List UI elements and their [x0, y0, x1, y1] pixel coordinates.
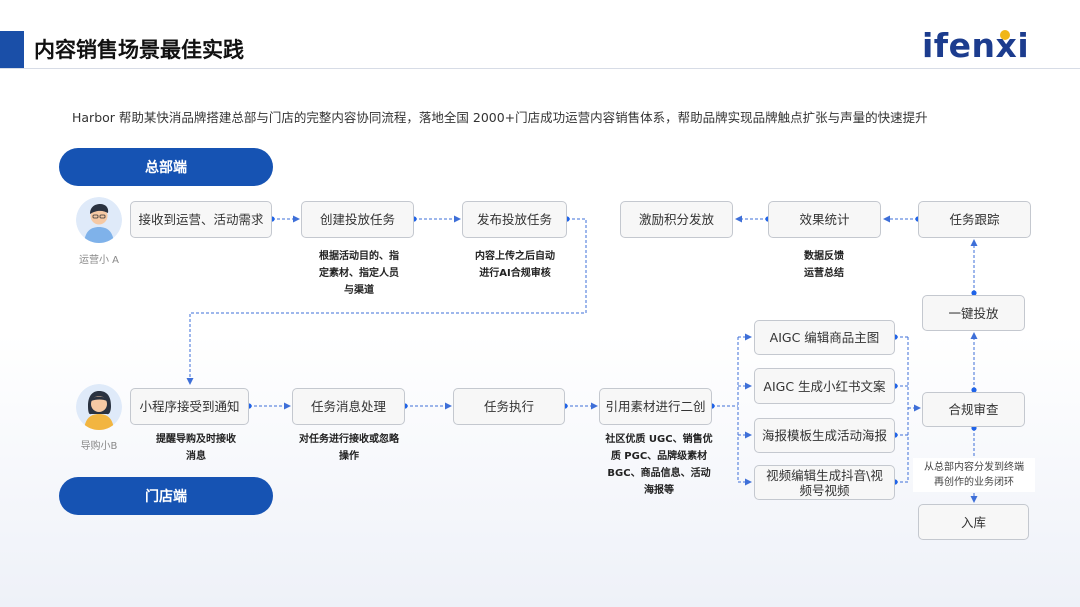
node-one-click-launch: 一键投放	[922, 295, 1025, 331]
note-remix-line-1: 社区优质 UGC、销售优	[605, 434, 713, 445]
operator-label: 运营小 A	[78, 255, 120, 266]
node-aigc-xhs-copy: AIGC 生成小红书文案	[754, 368, 895, 404]
note-publish-task: 内容上传之后自动 进行AI合规审核	[456, 248, 574, 282]
note-create-line-1: 根据活动目的、指	[319, 251, 399, 262]
node-aigc-main-image: AIGC 编辑商品主图	[754, 320, 895, 355]
loop-line-1: 从总部内容分发到终端	[924, 462, 1024, 473]
note-create-line-2: 定素材、指定人员	[319, 268, 399, 279]
section-store-pill: 门店端	[59, 477, 273, 515]
note-publish-line-1: 内容上传之后自动	[475, 251, 555, 262]
node-archive: 入库	[918, 504, 1029, 540]
loop-line-2: 再创作的业务闭环	[934, 477, 1014, 488]
shop-guide-avatar	[76, 384, 122, 430]
note-create-line-3: 与渠道	[344, 285, 374, 296]
node-task-message: 任务消息处理	[292, 388, 405, 425]
shop-guide-label: 导购小B	[80, 441, 118, 452]
node-task-execute: 任务执行	[453, 388, 565, 425]
note-business-loop: 从总部内容分发到终端 再创作的业务闭环	[913, 458, 1035, 492]
note-process-line-1: 对任务进行接收或忽略	[299, 434, 399, 445]
node-remix-assets: 引用素材进行二创	[599, 388, 712, 425]
note-miniapp-notify: 提醒导购及时接收 消息	[132, 431, 260, 465]
note-stats-line-1: 数据反馈	[804, 251, 844, 262]
node-miniapp-notify: 小程序接受到通知	[130, 388, 249, 425]
note-remix-line-3: BGC、商品信息、活动	[607, 468, 711, 479]
node-poster-template: 海报模板生成活动海报	[754, 418, 895, 453]
section-hq-pill: 总部端	[59, 148, 273, 186]
note-notify-line-1: 提醒导购及时接收	[156, 434, 236, 445]
video-edit-line-1: 视频编辑生成抖音\视	[766, 467, 883, 483]
note-effect-stats: 数据反馈 运营总结	[764, 248, 884, 282]
node-create-task: 创建投放任务	[301, 201, 414, 238]
edge-publish-notify	[186, 218, 587, 385]
note-process-line-2: 操作	[339, 451, 359, 462]
node-effect-stats: 效果统计	[768, 201, 881, 238]
note-publish-line-2: 进行AI合规审核	[479, 268, 551, 279]
node-reward-points: 激励积分发放	[620, 201, 733, 238]
node-publish-task: 发布投放任务	[462, 201, 567, 238]
node-receive-request: 接收到运营、活动需求	[130, 201, 272, 238]
note-task-message: 对任务进行接收或忽略 操作	[282, 431, 416, 465]
node-task-tracking: 任务跟踪	[918, 201, 1031, 238]
note-create-task: 根据活动目的、指 定素材、指定人员 与渠道	[300, 248, 418, 299]
note-remix-assets: 社区优质 UGC、销售优 质 PGC、品牌级素材 BGC、商品信息、活动 海报等	[596, 431, 722, 499]
node-video-edit: 视频编辑生成抖音\视 频号视频	[754, 465, 895, 500]
note-notify-line-2: 消息	[186, 451, 206, 462]
note-remix-line-4: 海报等	[644, 485, 674, 496]
note-remix-line-2: 质 PGC、品牌级素材	[610, 451, 708, 462]
note-stats-line-2: 运营总结	[804, 268, 844, 279]
video-edit-line-2: 频号视频	[799, 482, 850, 498]
operator-avatar	[76, 197, 122, 243]
node-compliance-review: 合规审查	[922, 392, 1025, 427]
